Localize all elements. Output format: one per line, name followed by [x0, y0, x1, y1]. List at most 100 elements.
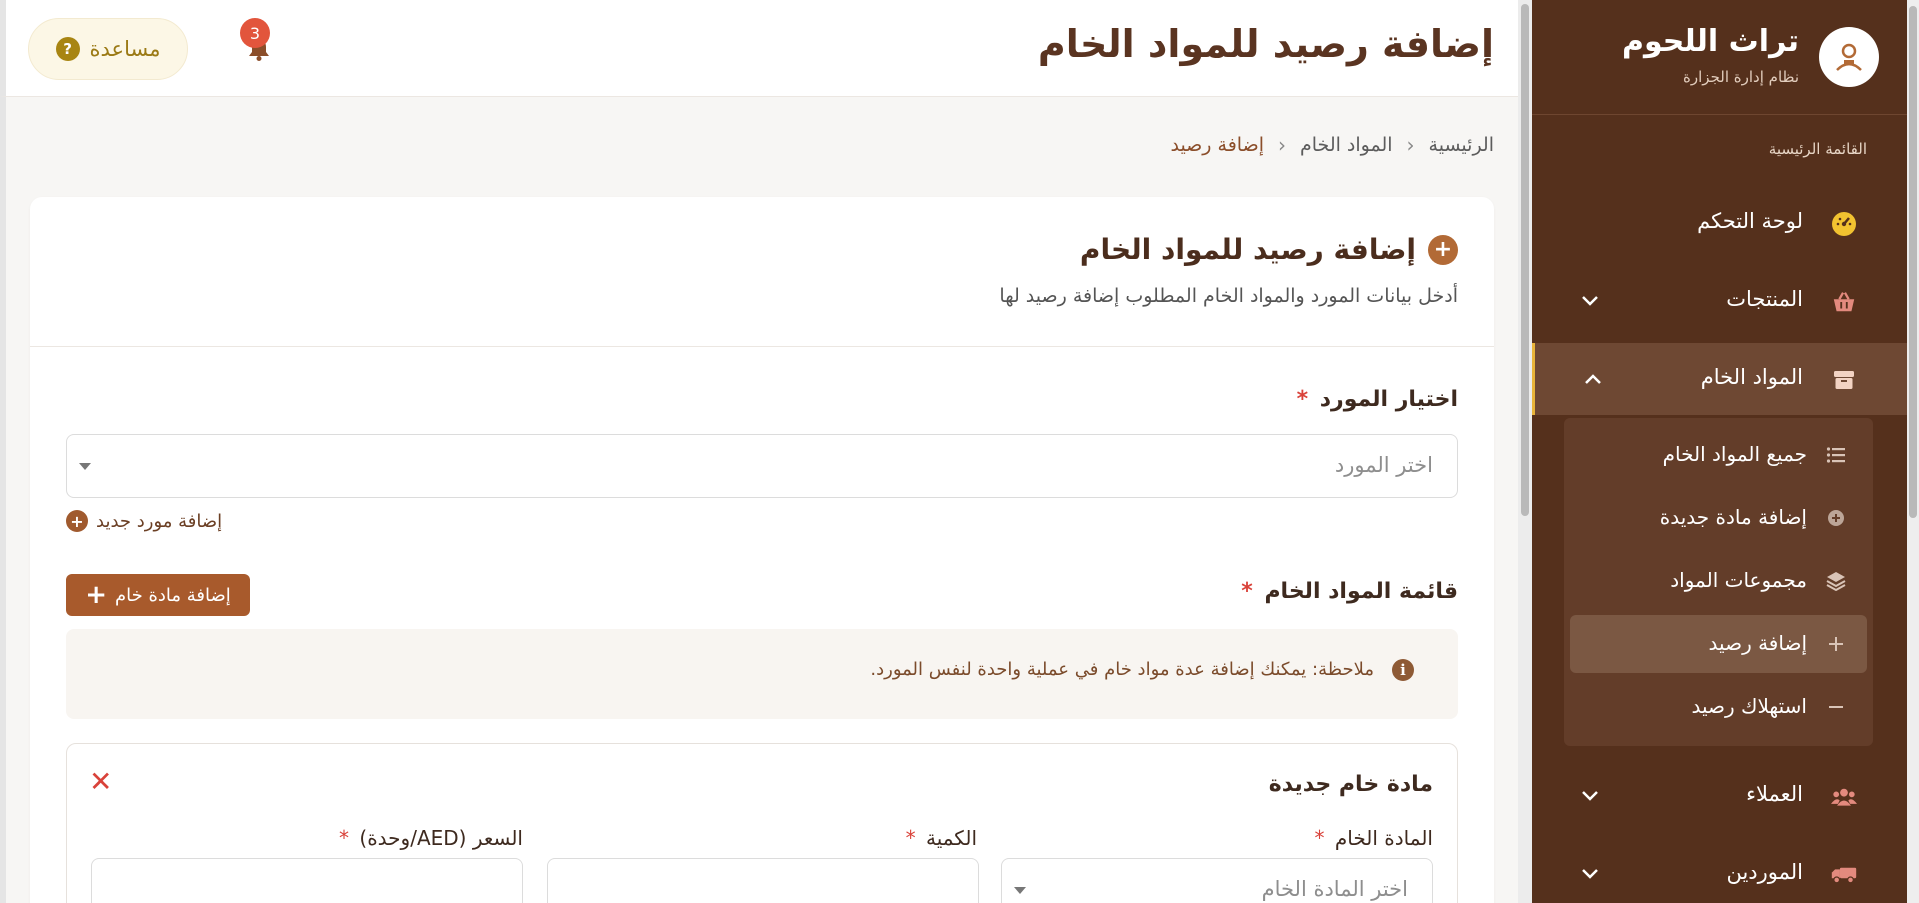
add-supplier-link-text: إضافة مورد جديد [96, 510, 223, 532]
chevron-down-icon[interactable] [1578, 784, 1602, 808]
sidebar-item-label: لوحة التحكم [1697, 209, 1803, 233]
material-select[interactable]: اختر المادة الخام [1001, 858, 1433, 903]
material-select-placeholder: اختر المادة الخام [1261, 877, 1408, 901]
required-mark: * [1314, 826, 1325, 850]
sidebar-scrollbar[interactable] [1518, 0, 1532, 903]
submenu-item-label: مجموعات المواد [1670, 568, 1807, 592]
caret-down-icon [79, 463, 91, 470]
add-stock-form-card: + إضافة رصيد للمواد الخام أدخل بيانات ال… [30, 197, 1494, 903]
question-icon: ? [55, 37, 80, 61]
brand: تراث اللحوم نظام إدارة الجزارة [1532, 0, 1907, 115]
quantity-input[interactable] [547, 858, 979, 903]
material-item-card: مادة خام جديدة ✕ المادة الخام * الكمية *… [66, 743, 1458, 903]
sidebar-item-label: المواد الخام [1700, 365, 1803, 389]
users-icon [1831, 784, 1857, 810]
raw-materials-submenu: جميع المواد الخام إضافة مادة جديدة مجموع… [1564, 418, 1873, 746]
add-material-button[interactable]: إضافة مادة خام + [66, 574, 250, 616]
chevron-down-icon[interactable] [1578, 289, 1602, 313]
required-mark: * [339, 826, 350, 850]
submenu-item-material-groups[interactable]: مجموعات المواد [1570, 552, 1867, 610]
submenu-item-all-materials[interactable]: جميع المواد الخام [1570, 426, 1867, 484]
minus-icon [1825, 696, 1847, 718]
sidebar-item-dashboard[interactable]: لوحة التحكم [1532, 187, 1907, 259]
plus-icon: + [85, 580, 107, 610]
help-button-label: مساعدة [89, 37, 161, 61]
quantity-field-label: الكمية * [906, 826, 977, 850]
nav-section-label: القائمة الرئيسية [1768, 140, 1867, 158]
window-scroll-thumb[interactable] [1909, 6, 1917, 518]
submenu-item-label: إضافة رصيد [1708, 631, 1807, 655]
sidebar-item-raw-materials[interactable]: المواد الخام [1532, 343, 1907, 415]
submenu-item-add-stock[interactable]: إضافة رصيد [1570, 615, 1867, 673]
sidebar-item-label: المنتجات [1726, 287, 1803, 311]
plus-circle-icon: + [66, 510, 88, 532]
notification-count-badge: 3 [240, 18, 270, 48]
plus-circle-icon: + [1428, 234, 1458, 265]
sidebar-item-suppliers[interactable]: الموردين [1532, 838, 1907, 903]
info-note: i ملاحظة: يمكنك إضافة عدة مواد خام في عم… [66, 629, 1458, 719]
form-title: + إضافة رصيد للمواد الخام [1080, 233, 1458, 266]
sidebar-scroll-thumb[interactable] [1521, 4, 1529, 516]
price-field-label: السعر (AED/وحدة) * [339, 826, 523, 850]
brand-subtitle: نظام إدارة الجزارة [1683, 68, 1799, 86]
sidebar-item-label: العملاء [1746, 782, 1803, 806]
submenu-item-consume-stock[interactable]: استهلاك رصيد [1570, 678, 1867, 736]
plus-icon [1825, 633, 1847, 655]
materials-list-label: قائمة المواد الخام * [1241, 579, 1458, 604]
supplier-select[interactable]: اختر المورد [66, 434, 1458, 498]
breadcrumb-home[interactable]: الرئيسية [1429, 134, 1494, 156]
sidebar-item-label: الموردين [1726, 860, 1803, 884]
supplier-label-text: اختيار المورد [1319, 387, 1458, 412]
price-field-label-text: السعر (AED/وحدة) [359, 826, 523, 850]
add-supplier-link[interactable]: إضافة مورد جديد + [66, 510, 222, 532]
info-note-text: ملاحظة: يمكنك إضافة عدة مواد خام في عملي… [870, 659, 1374, 680]
window-scrollbar[interactable] [1907, 0, 1919, 903]
material-field-label-text: المادة الخام [1334, 826, 1433, 850]
required-mark: * [1296, 387, 1309, 412]
submenu-item-label: إضافة مادة جديدة [1659, 505, 1807, 529]
help-button[interactable]: مساعدة ? [28, 18, 188, 80]
butcher-logo-icon [1819, 27, 1879, 87]
quantity-field-label-text: الكمية [925, 826, 977, 850]
form-title-text: إضافة رصيد للمواد الخام [1079, 233, 1416, 266]
breadcrumb-section[interactable]: المواد الخام [1300, 134, 1393, 156]
remove-item-button[interactable]: ✕ [89, 768, 112, 796]
layers-icon [1825, 570, 1847, 592]
submenu-item-add-new-material[interactable]: إضافة مادة جديدة [1570, 489, 1867, 547]
plus-circle-icon [1825, 507, 1847, 529]
dashboard-icon [1831, 211, 1857, 237]
basket-icon [1831, 289, 1857, 315]
supplier-label: اختيار المورد * [1297, 387, 1458, 412]
submenu-item-label: استهلاك رصيد [1691, 694, 1807, 718]
material-item-title: مادة خام جديدة [1268, 772, 1433, 797]
main-content: الرئيسية ‹ المواد الخام ‹ إضافة رصيد + إ… [0, 97, 1518, 903]
form-description: أدخل بيانات المورد والمواد الخام المطلوب… [999, 285, 1458, 307]
submenu-item-label: جميع المواد الخام [1662, 442, 1807, 466]
chevron-down-icon[interactable] [1578, 862, 1602, 886]
breadcrumb: الرئيسية ‹ المواد الخام ‹ إضافة رصيد [1170, 133, 1494, 157]
chevron-left-icon: ‹ [1278, 133, 1286, 157]
page-title: إضافة رصيد للمواد الخام [1037, 22, 1494, 66]
box-icon [1831, 367, 1857, 393]
sidebar-item-products[interactable]: المنتجات [1532, 265, 1907, 337]
info-icon: i [1392, 659, 1414, 681]
caret-down-icon [1014, 887, 1026, 894]
required-mark: * [905, 826, 916, 850]
chevron-up-icon[interactable] [1581, 367, 1605, 391]
add-material-button-label: إضافة مادة خام [115, 584, 231, 606]
required-mark: * [1241, 579, 1253, 604]
breadcrumb-current: إضافة رصيد [1170, 134, 1264, 156]
material-field-label: المادة الخام * [1315, 826, 1433, 850]
price-input[interactable] [91, 858, 523, 903]
top-bar: إضافة رصيد للمواد الخام 3 مساعدة ? [0, 0, 1518, 97]
materials-list-label-text: قائمة المواد الخام [1264, 579, 1458, 604]
sidebar: تراث اللحوم نظام إدارة الجزارة القائمة ا… [1518, 0, 1919, 903]
brand-title: تراث اللحوم [1621, 24, 1799, 59]
sidebar-item-customers[interactable]: العملاء [1532, 760, 1907, 832]
chevron-left-icon: ‹ [1406, 133, 1415, 157]
truck-icon [1831, 862, 1857, 888]
notifications-button[interactable]: 3 [240, 18, 272, 62]
card-header: + إضافة رصيد للمواد الخام أدخل بيانات ال… [30, 197, 1494, 347]
supplier-select-placeholder: اختر المورد [1334, 453, 1433, 477]
list-icon [1825, 444, 1847, 466]
